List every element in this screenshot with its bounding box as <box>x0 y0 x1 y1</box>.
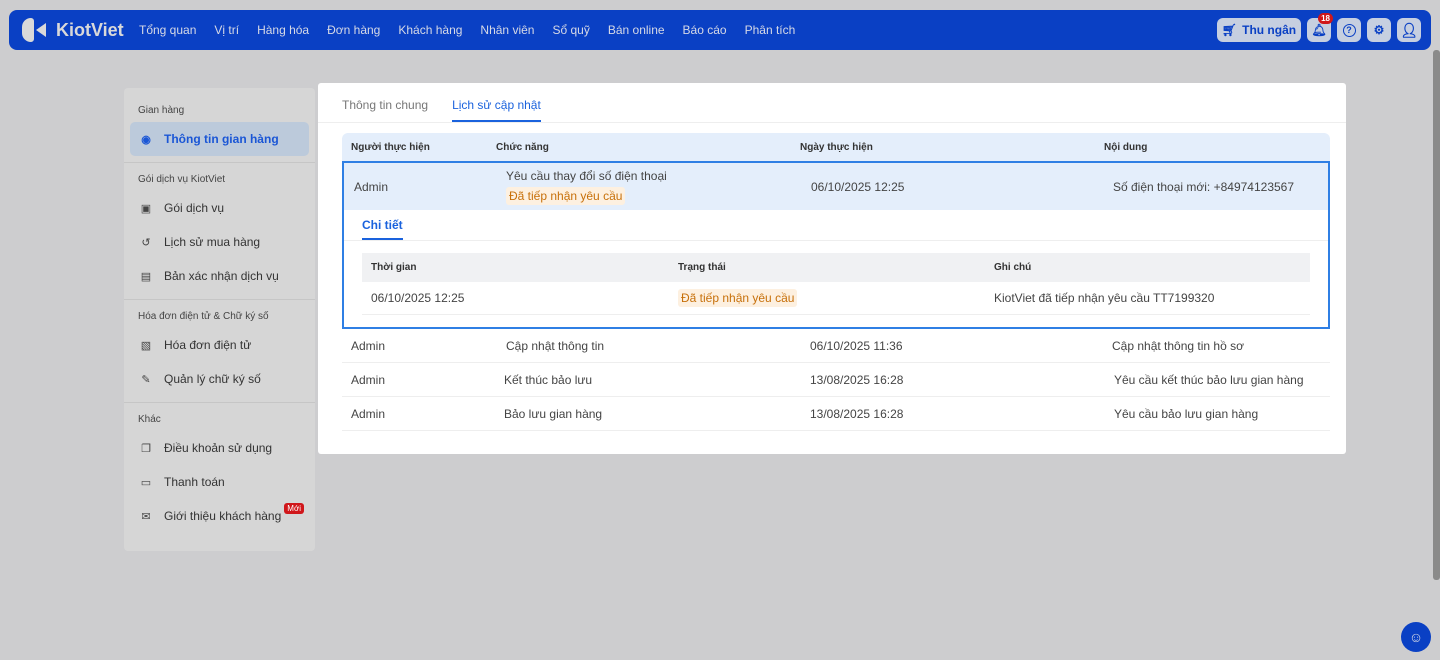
table-row[interactable]: Admin Bảo lưu gian hàng 13/08/2025 16:28 Yê… <box>342 397 1330 431</box>
menu-tong-quan[interactable]: Tổng quan <box>139 23 196 37</box>
divider <box>124 299 315 300</box>
new-badge: Mới <box>284 502 304 514</box>
question-icon: ? <box>1342 23 1356 37</box>
menu-vi-tri[interactable]: Vị trí <box>214 23 239 37</box>
section-title: Gói dịch vụ KiotViet <box>138 174 226 185</box>
detail-row: 06/10/2025 12:25 Đã tiếp nhận yêu cầu Ki… <box>362 282 1310 315</box>
store-icon: ▣ <box>140 202 152 215</box>
signature-icon: ✎ <box>141 373 151 386</box>
tab-lich-su-cap-nhat[interactable]: Lịch sử cập nhật <box>452 98 541 122</box>
scrollbar[interactable] <box>1433 50 1440 580</box>
sidebar: Gian hàng ◉ Thông tin gian hàng Gói dịch … <box>124 88 315 551</box>
divider <box>124 402 315 403</box>
avatar-icon: 👤︎ <box>1400 21 1418 38</box>
document-check-icon: ▤ <box>140 270 152 283</box>
sidebar-item-ban-xac-nhan[interactable]: ▤ Bản xác nhận dịch vụ <box>124 259 315 293</box>
menu-so-quy[interactable]: Sổ quỹ <box>552 23 589 37</box>
sidebar-item-dieu-khoan[interactable]: ❐ Điều khoản sử dụng <box>124 431 315 465</box>
documents-icon: ❐ <box>141 442 151 455</box>
menu-ban-online[interactable]: Bán online <box>608 23 665 37</box>
gear-icon: ⚙ <box>1373 23 1385 37</box>
support-chat-button[interactable]: ☺ <box>1401 622 1431 652</box>
menu-phan-tich[interactable]: Phân tích <box>745 23 796 37</box>
main-menu: Tổng quan Vị trí Hàng hóa Đơn hàng Khách… <box>139 23 813 37</box>
menu-bao-cao[interactable]: Báo cáo <box>683 23 727 37</box>
sidebar-item-lich-su-mua-hang[interactable]: ↺ Lịch sử mua hàng <box>124 225 315 259</box>
mail-icon: ✉ <box>141 510 151 523</box>
expanded-row[interactable]: Admin Yêu cầu thay đổi số điện thoại Đã t… <box>342 161 1330 329</box>
bell-icon: 🔔︎ <box>1311 23 1327 37</box>
sidebar-item-hoa-don-dien-tu[interactable]: ▧ Hóa đơn điện tử <box>124 328 315 362</box>
menu-khach-hang[interactable]: Khách hàng <box>398 23 462 37</box>
section-title: Khác <box>138 414 161 425</box>
menu-nhan-vien[interactable]: Nhân viên <box>480 23 534 37</box>
table-row[interactable]: Admin Kết thúc bảo lưu 13/08/2025 16:28 Yêu… <box>342 363 1330 397</box>
invoice-icon: ▧ <box>140 339 152 352</box>
section-title: Hóa đơn điện tử & Chữ ký số <box>138 311 269 322</box>
table-header: Người thực hiện Chức năng Ngày thực hiện… <box>342 133 1330 161</box>
wallet-icon: ▭ <box>140 476 152 489</box>
main-panel: Thông tin chung Lịch sử cập nhật Người t… <box>318 83 1346 454</box>
menu-don-hang[interactable]: Đơn hàng <box>327 23 380 37</box>
user-circle-icon: ◉ <box>141 133 151 146</box>
history-icon: ↺ <box>141 236 151 249</box>
tab-thong-tin-chung[interactable]: Thông tin chung <box>342 98 428 122</box>
divider <box>124 162 315 163</box>
table-row[interactable]: Admin Cập nhật thông tin 06/10/2025 11:36 C… <box>342 329 1330 363</box>
cashier-button[interactable]: 🛒︎ Thu ngân <box>1217 18 1301 42</box>
status-badge: Đã tiếp nhận yêu cầu <box>678 289 798 307</box>
sidebar-item-thanh-toan[interactable]: ▭ Thanh toán <box>124 465 315 499</box>
account-button[interactable]: 👤︎ <box>1397 18 1421 42</box>
tab-chi-tiet[interactable]: Chi tiết <box>362 218 403 240</box>
kiotviet-logo-icon <box>22 18 48 42</box>
history-table: Người thực hiện Chức năng Ngày thực hiện… <box>342 133 1330 431</box>
notification-badge: 18 <box>1318 13 1333 24</box>
sidebar-item-chu-ky-so[interactable]: ✎ Quản lý chữ ký số <box>124 362 315 396</box>
status-badge: Đã tiếp nhận yêu cầu <box>506 186 626 205</box>
menu-hang-hoa[interactable]: Hàng hóa <box>257 23 309 37</box>
sidebar-item-thong-tin-gian-hang[interactable]: ◉ Thông tin gian hàng <box>130 122 309 156</box>
sidebar-item-goi-dich-vu[interactable]: ▣ Gói dịch vụ <box>124 191 315 225</box>
top-nav: KiotViet Tổng quan Vị trí Hàng hóa Đơn h… <box>9 10 1431 50</box>
section-title: Gian hàng <box>138 105 185 116</box>
headset-icon: ☺ <box>1408 629 1424 645</box>
notification-button[interactable]: 🔔︎ 18 <box>1307 13 1333 42</box>
settings-button[interactable]: ⚙ <box>1367 18 1391 42</box>
logo[interactable]: KiotViet <box>22 18 139 42</box>
sidebar-item-gioi-thieu[interactable]: ✉ Giới thiệu khách hàng Mới <box>124 499 315 533</box>
detail-table: Thời gian Trạng thái Ghi chú 06/10/2025 … <box>362 253 1310 315</box>
cart-icon: 🛒︎ <box>1221 23 1238 37</box>
help-button[interactable]: ? <box>1337 18 1361 42</box>
